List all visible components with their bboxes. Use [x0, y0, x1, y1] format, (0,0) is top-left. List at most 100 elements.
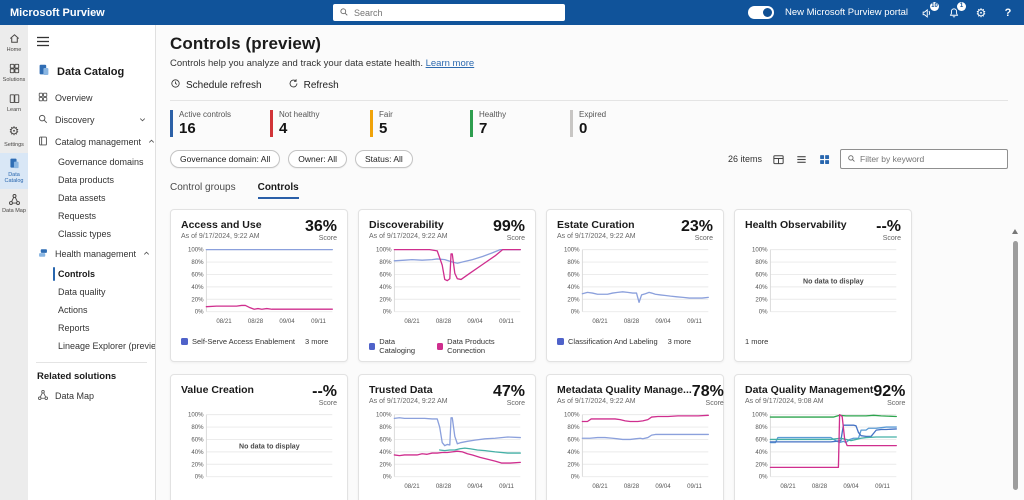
sidebar-item-data-products[interactable]: Data products: [28, 171, 155, 189]
stat-label: Fair: [379, 110, 393, 119]
control-card-health-observability[interactable]: Health Observability --% Score 100% 80% 60% 40…: [734, 209, 912, 362]
rail-item-home[interactable]: Home: [0, 28, 28, 58]
rail-item-settings[interactable]: ⚙ Settings: [0, 118, 28, 153]
line-magenta: [393, 248, 521, 282]
card-score-label: Score: [506, 400, 525, 407]
catalog-management-icon: [37, 135, 49, 149]
view-table-icon[interactable]: [771, 152, 785, 166]
filter-pill-status[interactable]: Status: All: [355, 150, 413, 168]
view-grid-icon[interactable]: [817, 152, 831, 166]
control-card-value-creation[interactable]: Value Creation --% Score 100% 80% 60% 40% 20% 0%…: [170, 374, 348, 500]
view-list-icon[interactable]: [794, 152, 808, 166]
filter-pill-owner[interactable]: Owner: All: [288, 150, 347, 168]
sidebar-item-label: Overview: [55, 93, 93, 103]
sidebar-item-controls[interactable]: Controls: [28, 265, 155, 283]
home-icon: [8, 32, 21, 45]
card-head: Estate Curation As of 9/17/2024, 9:22 AM 2…: [557, 218, 713, 243]
svg-text:40%: 40%: [191, 284, 204, 291]
card-head: Discoverability As of 9/17/2024, 9:22 AM 9…: [369, 218, 525, 243]
topbar-right: New Microsoft Purview portal 10 1 ⚙ ?: [747, 0, 1016, 25]
sidebar-item-actions[interactable]: Actions: [28, 301, 155, 319]
control-card-trusted-data[interactable]: Trusted Data As of 9/17/2024, 9:22 AM 47% S…: [358, 374, 536, 500]
legend-label: Self-Serve Access Enablement: [192, 337, 295, 347]
keyword-filter[interactable]: [840, 149, 1008, 169]
scroll-up-arrow-icon[interactable]: [1012, 229, 1018, 234]
control-card-metadata-quality-management[interactable]: Metadata Quality Manage... As of 9/17/202…: [546, 374, 724, 500]
whats-new-badge: 10: [930, 1, 939, 11]
search-input[interactable]: [354, 7, 559, 18]
card-trend-chart: 100% 80% 60% 40% 20% 0% No data to display: [752, 247, 897, 316]
card-score: 99%: [492, 218, 525, 235]
collapse-sidebar-button[interactable]: [28, 30, 155, 56]
help-icon[interactable]: ?: [1000, 5, 1016, 21]
sidebar-item-reports[interactable]: Reports: [28, 319, 155, 337]
rail-item-data-map[interactable]: Data Map: [0, 189, 28, 219]
sidebar-item-catalog-management[interactable]: Catalog management: [28, 131, 155, 153]
sidebar-item-health-management[interactable]: Health management: [28, 243, 155, 265]
learn-more-link[interactable]: Learn more: [426, 58, 475, 69]
sidebar-item-classic-types[interactable]: Classic types: [28, 225, 155, 243]
control-card-discoverability[interactable]: Discoverability As of 9/17/2024, 9:22 AM 9…: [358, 209, 536, 362]
svg-text:60%: 60%: [379, 272, 392, 279]
legend-more[interactable]: 3 more: [668, 337, 691, 346]
filter-pill-governance-domain[interactable]: Governance domain: All: [170, 150, 281, 168]
card-trend-chart: 100% 80% 60% 40% 20% 0% 08/21 08/28 09/04 09/11: [188, 247, 333, 325]
refresh-button[interactable]: Refresh: [288, 78, 339, 92]
sidebar-item-governance-domains[interactable]: Governance domains: [28, 153, 155, 171]
legend-swatch: [369, 342, 376, 350]
chevron-up-icon: [147, 137, 155, 148]
notifications-icon[interactable]: 1: [946, 1, 966, 21]
svg-text:40%: 40%: [379, 284, 392, 291]
control-card-access-and-use[interactable]: Access and Use As of 9/17/2024, 9:22 AM 36…: [170, 209, 348, 362]
rail-item-label: Learn: [6, 107, 22, 113]
rail-item-learn[interactable]: Learn: [0, 88, 28, 118]
data-map-icon: [37, 389, 49, 403]
svg-text:08/21: 08/21: [404, 483, 420, 490]
tab-control-groups[interactable]: Control groups: [170, 182, 236, 199]
related-item-data-map[interactable]: Data Map: [28, 385, 155, 407]
scrollbar-thumb[interactable]: [1012, 241, 1018, 490]
sidebar-item-lineage-explorer[interactable]: Lineage Explorer (preview): [28, 337, 155, 355]
stat-value: 7: [479, 120, 488, 137]
sidebar-item-requests[interactable]: Requests: [28, 207, 155, 225]
rail-item-solutions[interactable]: Solutions: [0, 58, 28, 88]
global-search[interactable]: [333, 4, 565, 21]
card-score: 78%: [691, 383, 724, 400]
search-icon: [339, 4, 349, 22]
legend-item: Data Products Connection: [436, 337, 525, 355]
health-management-icon: [37, 247, 49, 261]
card-score: 23%: [680, 218, 713, 235]
schedule-refresh-button[interactable]: Schedule refresh: [170, 78, 262, 92]
svg-text:80%: 80%: [191, 424, 204, 431]
vertical-scrollbar[interactable]: [1010, 229, 1020, 498]
legend-more[interactable]: 3 more: [305, 337, 328, 346]
card-legend: Classification And Labeling 3 more: [557, 337, 713, 346]
sidebar-item-data-assets[interactable]: Data assets: [28, 189, 155, 207]
card-title: Estate Curation: [557, 219, 635, 231]
svg-text:0%: 0%: [383, 474, 392, 481]
tab-controls[interactable]: Controls: [257, 182, 299, 199]
app-window: Microsoft Purview New Microsoft Purview …: [0, 0, 1024, 500]
card-trend-chart: 100% 80% 60% 40% 20% 0% 08/21 08/28 09/04 09/11: [376, 412, 521, 490]
legend-more[interactable]: 1 more: [745, 337, 768, 346]
svg-text:100%: 100%: [376, 412, 392, 419]
keyword-filter-input[interactable]: [860, 154, 1001, 164]
svg-text:80%: 80%: [567, 259, 580, 266]
whats-new-icon[interactable]: 10: [919, 1, 939, 21]
sidebar-item-label: Data assets: [58, 193, 106, 203]
sidebar-item-data-quality[interactable]: Data quality: [28, 283, 155, 301]
card-trend-chart: 100% 80% 60% 40% 20% 0% No data to display: [188, 412, 333, 481]
settings-gear-icon[interactable]: ⚙: [973, 5, 989, 21]
control-card-data-quality-management[interactable]: Data Quality Management As of 9/17/2024, …: [734, 374, 912, 500]
sidebar-item-overview[interactable]: Overview: [28, 87, 155, 109]
svg-text:100%: 100%: [376, 247, 392, 254]
svg-text:09/11: 09/11: [875, 483, 890, 490]
rail-item-data-catalog[interactable]: Data Catalog: [0, 153, 28, 189]
sidebar-item-discovery[interactable]: Discovery: [28, 109, 155, 131]
data-map-icon: [8, 193, 21, 206]
portal-toggle[interactable]: [747, 6, 774, 19]
control-card-estate-curation[interactable]: Estate Curation As of 9/17/2024, 9:22 AM 2…: [546, 209, 724, 362]
data-catalog-icon: [37, 63, 51, 80]
stat-label: Active controls: [179, 110, 232, 119]
svg-text:40%: 40%: [755, 449, 768, 456]
